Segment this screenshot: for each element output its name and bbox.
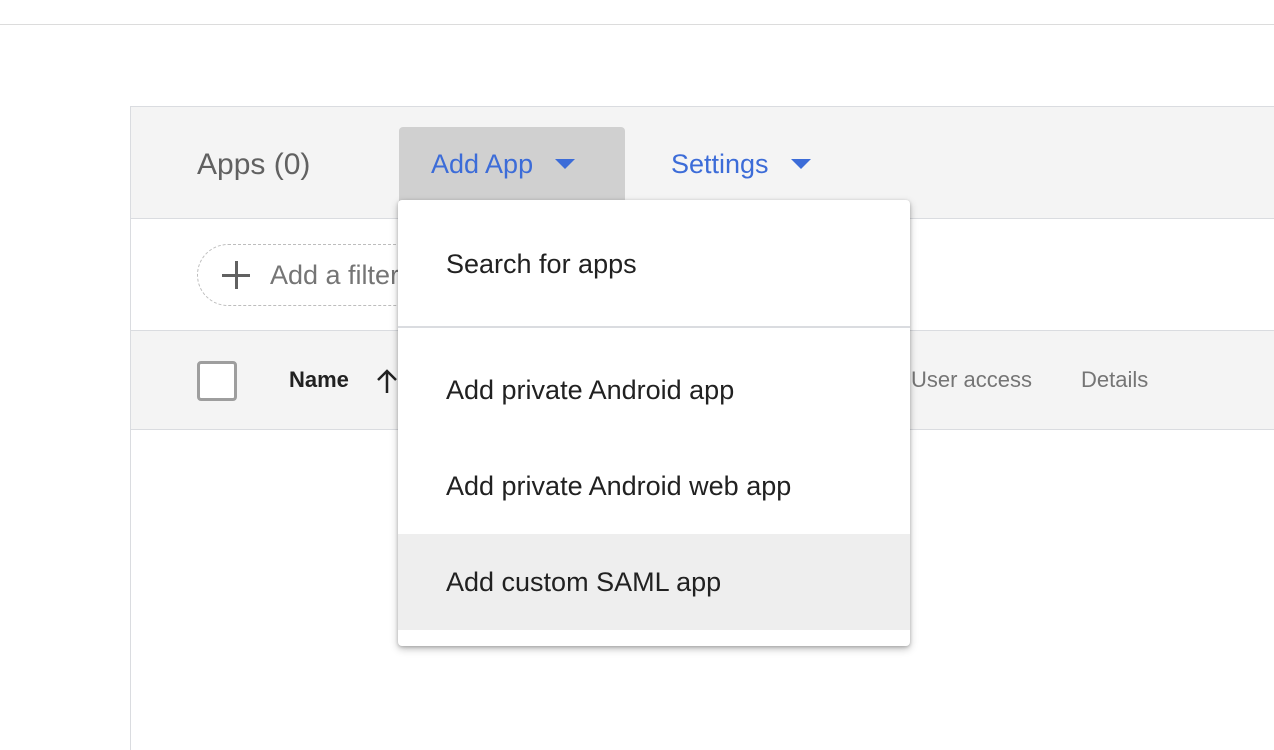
settings-label: Settings [671, 149, 769, 179]
select-all-checkbox[interactable] [197, 361, 237, 401]
page-title: Apps (0) [197, 148, 311, 181]
caret-down-icon [790, 159, 811, 169]
add-app-dropdown-menu: Search for apps Add private Android app … [398, 200, 910, 646]
menu-item-add-private-android-app[interactable]: Add private Android app [398, 342, 910, 438]
top-divider [0, 24, 1274, 25]
column-header-details[interactable]: Details [1081, 367, 1148, 393]
add-app-button[interactable]: Add App [399, 127, 625, 201]
menu-divider [398, 326, 910, 328]
page: Apps (0) Add App Settings Add a filter N… [0, 0, 1274, 750]
column-header-name[interactable]: Name [289, 367, 349, 393]
column-header-user-access[interactable]: User access [911, 367, 1032, 393]
add-app-label: Add App [431, 149, 534, 179]
menu-item-add-custom-saml-app[interactable]: Add custom SAML app [398, 534, 910, 630]
plus-icon [222, 261, 250, 289]
settings-button[interactable]: Settings [671, 127, 811, 201]
menu-item-add-private-android-web-app[interactable]: Add private Android web app [398, 438, 910, 534]
add-filter-label: Add a filter [270, 259, 400, 290]
menu-item-search-for-apps[interactable]: Search for apps [398, 216, 910, 312]
caret-down-icon [555, 159, 576, 169]
arrow-up-icon[interactable] [375, 367, 399, 395]
